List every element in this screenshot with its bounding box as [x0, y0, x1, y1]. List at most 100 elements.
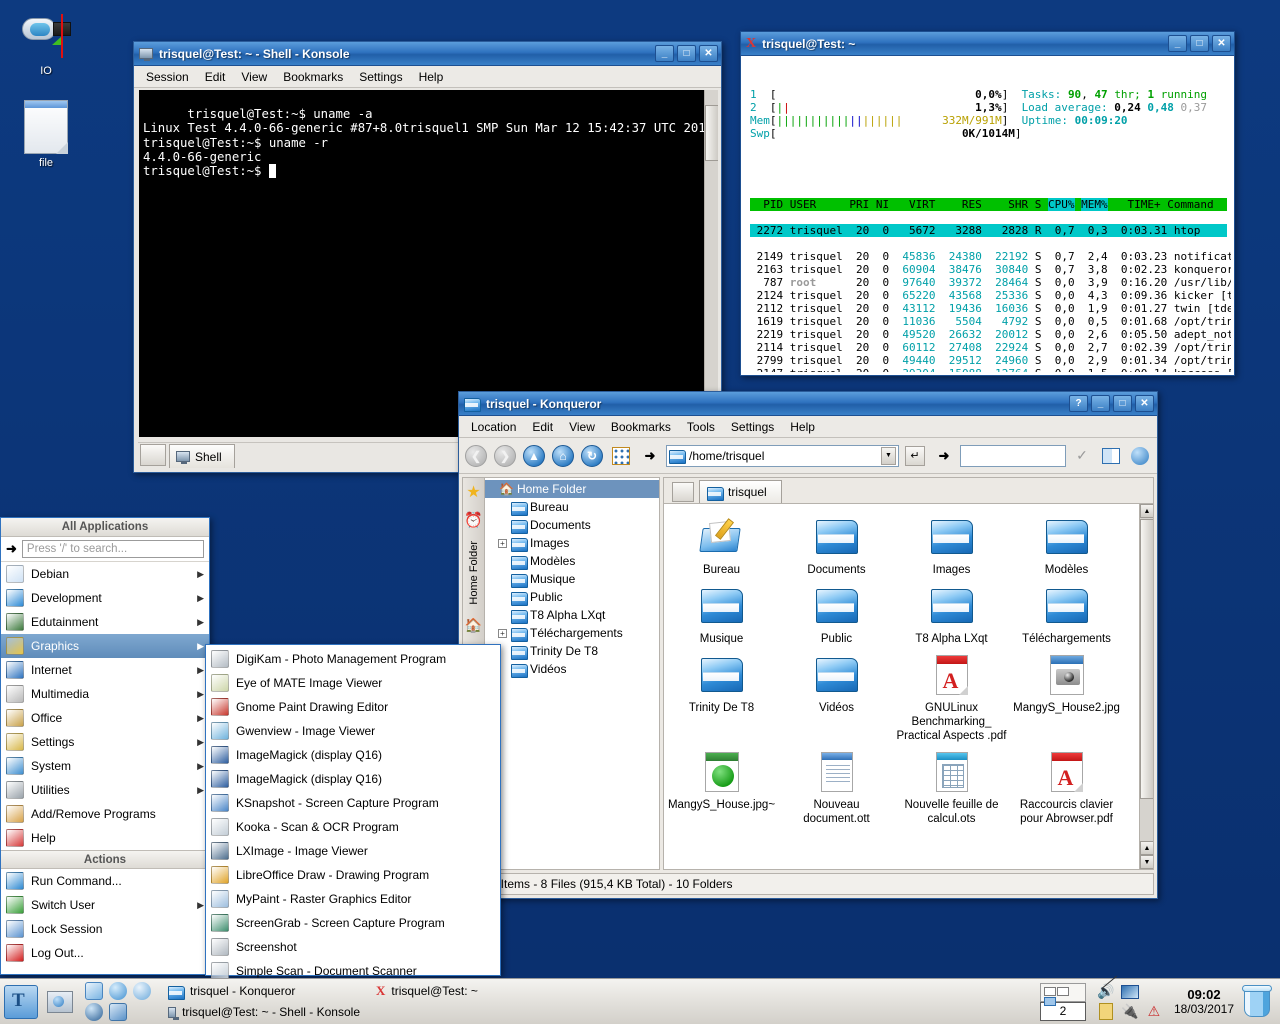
file-item[interactable]: Bureau — [664, 514, 779, 577]
file-item[interactable]: A GNULinux Benchmarking_ Practical Aspect… — [894, 652, 1009, 743]
location-input[interactable]: /home/trisquel — [689, 449, 877, 463]
menu-bookmarks[interactable]: Bookmarks — [604, 418, 678, 436]
htop-process-table[interactable]: PID USER PRI NI VIRT RES SHR S CPU% MEM%… — [750, 198, 1231, 372]
quick-launch-icons[interactable] — [82, 981, 154, 1023]
display-icon[interactable] — [1120, 984, 1139, 999]
file-item[interactable]: Trinity De T8 — [664, 652, 779, 743]
klipper-icon[interactable] — [1098, 1003, 1113, 1020]
bookmarks-star-icon[interactable]: ★ — [464, 481, 484, 503]
volume-muted-icon[interactable]: 🔊 — [1097, 975, 1118, 1000]
graphics-submenu[interactable]: DigiKam - Photo Management Program Eye of… — [205, 644, 501, 980]
tree-node-musique[interactable]: Musique — [485, 570, 659, 588]
terminal-scrollbar[interactable]: ▲ — [704, 90, 718, 437]
reload-button[interactable]: ↻ — [579, 443, 605, 469]
history-clock-icon[interactable]: ⏰ — [464, 509, 484, 531]
menu-category-multimedia[interactable]: Multimedia ▶ — [1, 682, 209, 706]
menu-category-utilities[interactable]: Utilities ▶ — [1, 778, 209, 802]
file-item[interactable]: Nouvelle feuille de calcul.ots — [894, 749, 1009, 826]
menu-category-add-remove-programs[interactable]: Add/Remove Programs — [1, 802, 209, 826]
menu-action-run-command[interactable]: Run Command... — [1, 869, 209, 893]
new-session-button[interactable] — [140, 444, 166, 466]
menu-tools[interactable]: Tools — [680, 418, 722, 436]
graphics-item-10[interactable]: MyPaint - Raster Graphics Editor — [206, 887, 500, 911]
htop-titlebar[interactable]: X trisquel@Test: ~ _ □ ✕ — [741, 32, 1234, 56]
graphics-item-7[interactable]: Kooka - Scan & OCR Program — [206, 815, 500, 839]
tree-expander-icon[interactable]: + — [498, 538, 507, 548]
file-item[interactable]: Images — [894, 514, 1009, 577]
konsole-maximize-button[interactable]: □ — [677, 45, 696, 62]
tree-node-trinity-de-t8[interactable]: Trinity De T8 — [485, 642, 659, 660]
menu-category-development[interactable]: Development ▶ — [1, 586, 209, 610]
htop-window[interactable]: X trisquel@Test: ~ _ □ ✕ 1 [ 0,0%] Tasks… — [740, 31, 1235, 376]
network-connect-icon[interactable]: 🔌 — [1121, 1003, 1138, 1020]
tde-menu-icon[interactable]: T — [4, 984, 38, 1019]
tree-node-bureau[interactable]: Bureau — [485, 498, 659, 516]
konsole-menubar[interactable]: Session Edit View Bookmarks Settings Hel… — [134, 66, 721, 88]
network-icon[interactable] — [109, 1003, 127, 1021]
file-item[interactable]: Modèles — [1009, 514, 1124, 577]
menu-category-list[interactable]: Debian ▶ Development ▶ Edutainment ▶ Graphics ▶… — [1, 562, 209, 850]
forward-button[interactable]: ❯ — [492, 443, 518, 469]
tree-node-vidéos[interactable]: Vidéos — [485, 660, 659, 678]
split-view-button[interactable] — [1098, 443, 1124, 469]
graphics-item-9[interactable]: LibreOffice Draw - Drawing Program — [206, 863, 500, 887]
location-dropdown-icon[interactable]: ▼ — [881, 446, 896, 465]
clear-location-button[interactable]: ➜ — [637, 443, 663, 469]
view-mode-button[interactable] — [608, 443, 634, 469]
file-item[interactable]: Musique — [664, 583, 779, 646]
htop-maximize-button[interactable]: □ — [1190, 35, 1209, 52]
konqueror-close-button[interactable]: ✕ — [1135, 395, 1154, 412]
desktop-icon-usb[interactable]: IO — [6, 10, 86, 77]
update-warning-icon[interactable]: ⚠ — [1148, 1003, 1161, 1020]
menu-category-graphics[interactable]: Graphics ▶ — [1, 634, 209, 658]
scroll-up-icon[interactable]: ▲ — [1140, 504, 1153, 518]
menu-edit[interactable]: Edit — [525, 418, 560, 436]
scrollbar-thumb[interactable] — [705, 105, 718, 161]
search-input[interactable] — [960, 444, 1066, 467]
desktop-background[interactable]: IO file trisquel@Test: ~ - Shell - Konso… — [0, 0, 1280, 1024]
file-item[interactable]: Vidéos — [779, 652, 894, 743]
file-item[interactable]: MangyS_House.jpg~ — [664, 749, 779, 826]
htop-terminal[interactable]: 1 [ 0,0%] Tasks: 90, 47 thr; 1 running 2… — [744, 59, 1231, 372]
menu-session[interactable]: Session — [139, 68, 196, 86]
konsole-minimize-button[interactable]: _ — [655, 45, 674, 62]
graphics-item-12[interactable]: Screenshot — [206, 935, 500, 959]
tree-node-téléchargements[interactable]: + Téléchargements — [485, 624, 659, 642]
konqueror-window[interactable]: trisquel - Konqueror ? _ □ ✕ Location Ed… — [458, 391, 1158, 899]
menu-category-edutainment[interactable]: Edutainment ▶ — [1, 610, 209, 634]
application-menu[interactable]: All Applications ➜ Press '/' to search..… — [0, 517, 210, 975]
menu-help[interactable]: Help — [783, 418, 822, 436]
menu-category-internet[interactable]: Internet ▶ — [1, 658, 209, 682]
menu-help[interactable]: Help — [412, 68, 451, 86]
konqueror-titlebar[interactable]: trisquel - Konqueror ? _ □ ✕ — [459, 392, 1157, 416]
menu-view[interactable]: View — [562, 418, 602, 436]
menu-settings[interactable]: Settings — [724, 418, 781, 436]
file-pane-scrollbar[interactable]: ▲ ▲ ▼ — [1139, 504, 1153, 869]
scroll-up2-icon[interactable]: ▲ — [1140, 841, 1153, 855]
tree-node-home-folder[interactable]: 🏠 Home Folder — [485, 480, 659, 498]
konqueror-maximize-button[interactable]: □ — [1113, 395, 1132, 412]
menu-search-input[interactable]: Press '/' to search... — [21, 540, 204, 558]
menu-action-log-out[interactable]: Log Out... — [1, 941, 209, 965]
home-button[interactable]: ⌂ — [550, 443, 576, 469]
search-arrow-icon[interactable]: ➜ — [6, 541, 17, 557]
kate-icon[interactable] — [85, 982, 103, 1000]
tree-node-modèles[interactable]: Modèles — [485, 552, 659, 570]
konsole-tab-shell[interactable]: Shell — [169, 444, 235, 468]
htop-close-button[interactable]: ✕ — [1212, 35, 1231, 52]
up-button[interactable]: ▲ — [521, 443, 547, 469]
back-button[interactable]: ❮ — [463, 443, 489, 469]
graphics-item-5[interactable]: ImageMagick (display Q16) — [206, 767, 500, 791]
task-xterm[interactable]: X trisquel@Test: ~ — [372, 981, 572, 1001]
menu-category-system[interactable]: System ▶ — [1, 754, 209, 778]
konqueror-menubar[interactable]: Location Edit View Bookmarks Tools Setti… — [459, 416, 1157, 438]
konqueror-web-icon[interactable] — [109, 982, 127, 1000]
desktop-icon-file[interactable]: file — [6, 100, 86, 169]
menu-search-row[interactable]: ➜ Press '/' to search... — [1, 537, 209, 562]
desktop-pager[interactable]: 2 — [1039, 982, 1086, 1021]
menu-actions-list[interactable]: Run Command... Switch User ▶ Lock Session Lo… — [1, 869, 209, 965]
clock[interactable]: 09:02 18/03/2017 — [1174, 987, 1234, 1016]
menu-view[interactable]: View — [234, 68, 274, 86]
file-item[interactable]: Nouveau document.ott — [779, 749, 894, 826]
menu-action-switch-user[interactable]: Switch User ▶ — [1, 893, 209, 917]
